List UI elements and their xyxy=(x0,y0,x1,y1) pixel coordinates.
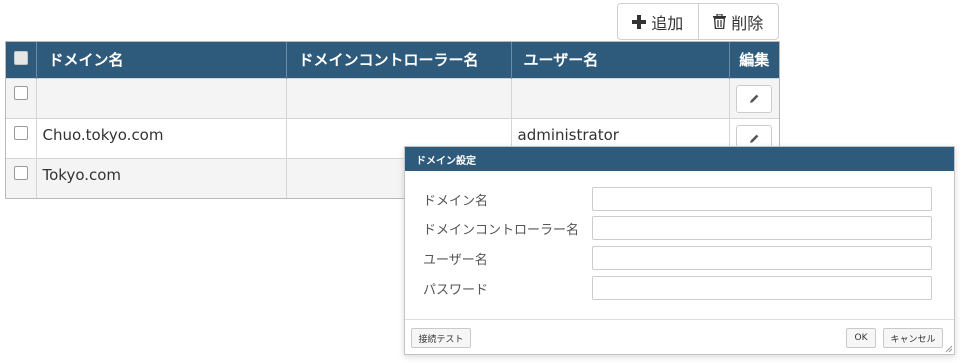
controller-name-row: ドメインコントローラー名 xyxy=(405,216,954,240)
cancel-button[interactable]: キャンセル xyxy=(883,328,943,348)
select-all-checkbox[interactable] xyxy=(13,50,28,65)
column-header-domain[interactable]: ドメイン名 xyxy=(36,42,287,78)
row-checkbox-cell xyxy=(6,118,37,158)
column-header-edit: 編集 xyxy=(739,51,770,70)
delete-button-label: 削除 xyxy=(731,13,764,33)
pencil-icon xyxy=(749,94,759,103)
domain-cell: Chuo.tokyo.com xyxy=(36,118,287,158)
row-checkbox-cell xyxy=(6,78,37,118)
password-label: パスワード xyxy=(423,283,489,298)
column-header-controller[interactable]: ドメインコントローラー名 xyxy=(286,42,512,78)
domain-settings-dialog: ドメイン設定 ドメイン名 ドメインコントローラー名 ユーザー名 パスワード 接続… xyxy=(404,146,955,355)
column-header-user[interactable]: ユーザー名 xyxy=(511,42,730,78)
ok-button[interactable]: OK xyxy=(846,328,876,348)
connection-test-button[interactable]: 接続テスト xyxy=(411,328,471,348)
user-name-input[interactable] xyxy=(592,246,932,270)
dialog-footer: 接続テスト OK キャンセル xyxy=(405,319,954,355)
row-checkbox-cell xyxy=(6,158,37,198)
toolbar: 追加 削除 xyxy=(617,3,779,40)
pencil-icon xyxy=(749,134,759,143)
domain-name-input[interactable] xyxy=(592,187,932,211)
add-button[interactable]: 追加 xyxy=(618,4,699,39)
row-checkbox[interactable] xyxy=(13,165,28,180)
dialog-body: ドメイン名 ドメインコントローラー名 ユーザー名 パスワード xyxy=(405,171,954,319)
edit-button[interactable] xyxy=(736,84,773,113)
user-name-label: ユーザー名 xyxy=(423,253,488,268)
password-input[interactable] xyxy=(592,276,932,300)
select-all-header xyxy=(6,42,37,78)
delete-button[interactable]: 削除 xyxy=(699,4,779,39)
domain-cell xyxy=(36,78,287,118)
edit-cell xyxy=(729,78,779,118)
controller-name-input[interactable] xyxy=(592,216,932,240)
controller-cell xyxy=(286,78,512,118)
row-checkbox[interactable] xyxy=(13,85,28,100)
user-cell xyxy=(511,78,730,118)
domain-cell: Tokyo.com xyxy=(36,158,287,198)
resize-grip-icon[interactable] xyxy=(945,345,953,353)
controller-name-label: ドメインコントローラー名 xyxy=(423,223,580,238)
user-name-row: ユーザー名 xyxy=(405,246,954,270)
trash-icon xyxy=(713,14,727,29)
domain-name-row: ドメイン名 xyxy=(405,187,954,211)
add-button-label: 追加 xyxy=(651,13,684,33)
plus-icon xyxy=(632,14,647,29)
table-row[interactable] xyxy=(6,78,779,118)
dialog-title: ドメイン設定 xyxy=(405,147,954,171)
table-header-row: ドメイン名 ドメインコントローラー名 ユーザー名 編集 xyxy=(6,42,779,78)
row-checkbox[interactable] xyxy=(13,125,28,140)
domain-name-label: ドメイン名 xyxy=(423,194,489,209)
password-row: パスワード xyxy=(405,276,954,300)
